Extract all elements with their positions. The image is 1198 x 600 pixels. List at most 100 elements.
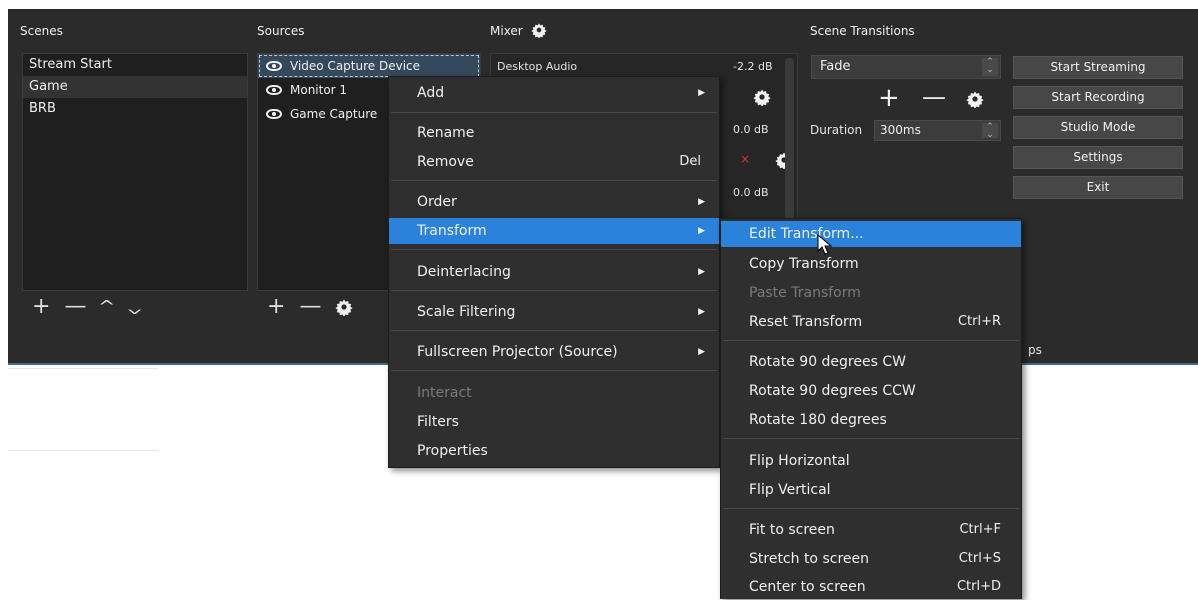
scene-item-stream-start[interactable]: Stream Start: [23, 54, 247, 76]
remove-transition-button[interactable]: —: [922, 85, 946, 109]
menu-item-rotate-ccw[interactable]: Rotate 90 degrees CCW: [721, 378, 1021, 404]
menu-separator: [391, 330, 717, 331]
scene-item-brb[interactable]: BRB: [23, 98, 247, 120]
menu-item-center-to-screen[interactable]: Center to screen Ctrl+D: [721, 574, 1021, 600]
select-arrows-icon: ⌃ ⌄: [982, 58, 998, 76]
duration-label: Duration: [810, 123, 863, 137]
menu-item-rename[interactable]: Rename: [389, 120, 719, 146]
mixer-title-text: Mixer: [490, 24, 523, 38]
source-item-label: Monitor 1: [290, 83, 348, 97]
source-context-menu: Add ▶ Rename Remove Del Order ▶ Transform ▶ …: [388, 76, 720, 468]
mixer-volume-db: 0.0 dB: [733, 123, 769, 136]
menu-item-label: Reset Transform: [749, 314, 863, 330]
menu-separator: [723, 340, 1019, 341]
submenu-arrow-icon: ▶: [698, 226, 705, 236]
mixer-channel-gear-icon[interactable]: [753, 88, 771, 106]
menu-item-label: Stretch to screen: [749, 551, 869, 567]
menu-item-order[interactable]: Order ▶: [389, 189, 719, 215]
transition-select-value: Fade: [820, 59, 851, 74]
submenu-arrow-icon: ▶: [698, 88, 705, 98]
menu-item-label: Transform: [417, 223, 487, 239]
background-divider: [8, 368, 158, 369]
menu-item-deinterlacing[interactable]: Deinterlacing ▶: [389, 259, 719, 285]
duration-value: 300ms: [880, 123, 921, 137]
menu-separator: [391, 290, 717, 291]
source-properties-gear-icon[interactable]: [335, 298, 354, 316]
mixer-dock-title: Mixer: [490, 22, 547, 38]
source-item-label: Game Capture: [290, 107, 378, 121]
scenes-toolbar: + — ^ ^: [22, 291, 248, 323]
add-scene-button[interactable]: +: [32, 296, 50, 318]
menu-item-fullscreen-projector[interactable]: Fullscreen Projector (Source) ▶: [389, 339, 719, 365]
scenes-dock-title: Scenes: [20, 24, 63, 38]
add-source-button[interactable]: +: [267, 296, 285, 318]
submenu-arrow-icon: ▶: [698, 197, 705, 207]
menu-item-rotate-cw[interactable]: Rotate 90 degrees CW: [721, 349, 1021, 375]
menu-item-label: Add: [417, 85, 445, 101]
source-item-label: Video Capture Device: [290, 59, 421, 73]
mouse-cursor-icon: [817, 234, 833, 255]
visibility-eye-icon[interactable]: [266, 85, 282, 95]
studio-mode-button[interactable]: Studio Mode: [1013, 116, 1183, 139]
background-divider: [8, 450, 158, 451]
mute-x-icon[interactable]: ×: [740, 152, 750, 166]
remove-source-button[interactable]: —: [299, 296, 321, 318]
menu-item-interact: Interact: [417, 385, 472, 401]
menu-item-rotate-180[interactable]: Rotate 180 degrees: [721, 407, 1021, 433]
menu-item-label: Center to screen: [749, 579, 866, 595]
menu-item-label: Deinterlacing: [417, 264, 511, 280]
menu-item-properties[interactable]: Properties: [389, 438, 719, 464]
menu-separator: [723, 508, 1019, 509]
menu-item-paste-transform: Paste Transform: [749, 285, 861, 301]
mixer-volume-db: -2.2 dB: [733, 60, 773, 73]
source-item-video-capture[interactable]: Video Capture Device: [258, 54, 480, 78]
menu-item-stretch-to-screen[interactable]: Stretch to screen Ctrl+S: [721, 546, 1021, 572]
menu-item-reset-transform[interactable]: Reset Transform Ctrl+R: [721, 309, 1021, 335]
shortcut-label: Ctrl+F: [959, 522, 1001, 537]
remove-scene-button[interactable]: —: [64, 296, 86, 318]
submenu-arrow-icon: ▶: [698, 267, 705, 277]
move-scene-down-button[interactable]: ^: [126, 298, 143, 317]
transition-properties-gear-icon[interactable]: [966, 90, 984, 108]
visibility-eye-icon[interactable]: [266, 61, 282, 71]
scene-item-game[interactable]: Game: [23, 76, 247, 98]
menu-item-edit-transform[interactable]: Edit Transform...: [721, 221, 1021, 247]
menu-item-flip-horizontal[interactable]: Flip Horizontal: [721, 448, 1021, 474]
settings-button[interactable]: Settings: [1013, 146, 1183, 169]
menu-item-scale-filtering[interactable]: Scale Filtering ▶: [389, 299, 719, 325]
move-scene-up-button[interactable]: ^: [98, 299, 115, 315]
scenes-list[interactable]: Stream Start Game BRB: [22, 53, 248, 291]
menu-item-add[interactable]: Add ▶: [389, 80, 719, 106]
transform-submenu: Edit Transform... Copy Transform Paste T…: [720, 218, 1022, 599]
menu-separator: [391, 112, 717, 113]
menu-item-label: Scale Filtering: [417, 304, 516, 320]
shortcut-label: Ctrl+S: [958, 551, 1001, 566]
spinner-arrows-icon: ⌃ ⌄: [982, 123, 998, 140]
shortcut-label: Ctrl+D: [956, 579, 1001, 594]
menu-item-label: Order: [417, 194, 457, 210]
visibility-eye-icon[interactable]: [266, 109, 282, 119]
menu-separator: [391, 180, 717, 181]
menu-item-flip-vertical[interactable]: Flip Vertical: [721, 477, 1021, 503]
menu-item-transform[interactable]: Transform ▶: [389, 218, 719, 244]
add-transition-button[interactable]: +: [878, 85, 900, 111]
menu-item-fit-to-screen[interactable]: Fit to screen Ctrl+F: [721, 517, 1021, 543]
menu-item-copy-transform[interactable]: Copy Transform: [721, 251, 1021, 277]
menu-item-remove[interactable]: Remove Del: [389, 149, 719, 175]
menu-separator: [391, 370, 717, 371]
duration-input[interactable]: 300ms ⌃ ⌄: [874, 120, 1001, 141]
shortcut-label: Del: [679, 154, 701, 169]
start-recording-button[interactable]: Start Recording: [1013, 86, 1183, 109]
menu-item-label: Remove: [417, 154, 474, 170]
transition-select[interactable]: Fade ⌃ ⌄: [811, 55, 1001, 79]
menu-separator: [723, 438, 1019, 439]
mixer-gear-icon[interactable]: [530, 22, 547, 38]
menu-item-filters[interactable]: Filters: [389, 409, 719, 435]
sources-dock-title: Sources: [257, 24, 305, 38]
exit-button[interactable]: Exit: [1013, 176, 1183, 199]
start-streaming-button[interactable]: Start Streaming: [1013, 56, 1183, 79]
menu-item-label: Fullscreen Projector (Source): [417, 344, 618, 360]
mixer-channel-name: Desktop Audio: [497, 60, 578, 73]
submenu-arrow-icon: ▶: [698, 347, 705, 357]
mixer-volume-db: 0.0 dB: [733, 186, 769, 199]
